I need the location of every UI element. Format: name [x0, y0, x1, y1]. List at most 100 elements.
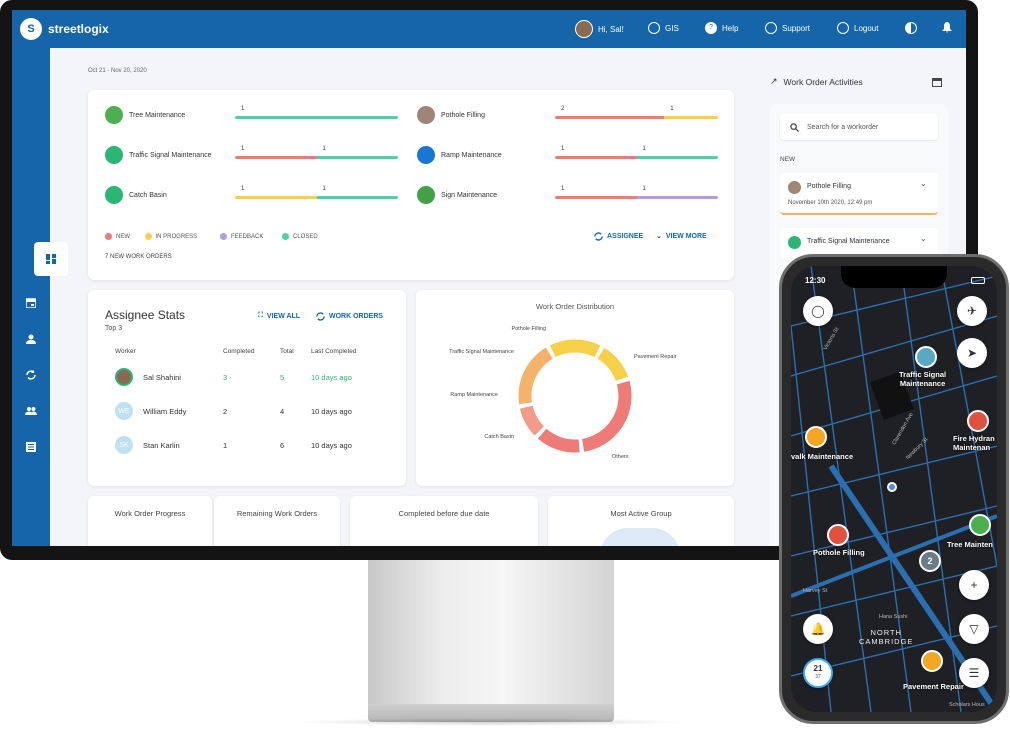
gis-button[interactable]: GIS: [648, 22, 679, 34]
sidewalk-pin[interactable]: [805, 426, 827, 448]
sidebar-item-calendar[interactable]: [12, 286, 50, 320]
search-icon: [790, 122, 799, 132]
status-count: 1: [241, 146, 245, 152]
activity-name: Traffic Signal Maintenance: [807, 238, 890, 245]
most-active-group-card: Most Active Group: [548, 496, 734, 546]
chevron-down-icon: ⌄: [920, 179, 927, 188]
theme-toggle[interactable]: [905, 22, 917, 34]
progress-widget[interactable]: 21 37: [803, 658, 833, 688]
card-title: Work Order Progress: [114, 509, 186, 518]
card-title: Completed before due date: [398, 509, 490, 518]
status-count: 1: [561, 186, 565, 192]
donut-slice[interactable]: [518, 347, 553, 405]
support-button[interactable]: Support: [765, 22, 810, 34]
profile-button[interactable]: ◯: [803, 296, 833, 326]
legend-label: IN PROGRESS: [155, 233, 198, 240]
traffic-signal-icon: [788, 236, 801, 249]
activity-item[interactable]: Pothole Filling November 10th 2020, 12:4…: [780, 173, 938, 215]
donut-slice[interactable]: [549, 339, 601, 358]
category-item: Ramp Maintenance: [417, 146, 502, 164]
street-label: Scholars Hous: [949, 702, 985, 708]
pothole-icon: [788, 181, 801, 194]
legend-item: NEW: [105, 233, 130, 240]
donut-slice[interactable]: [581, 380, 632, 452]
battery-icon: [971, 277, 985, 284]
mobile-phone: 12:30 ◯ ✈ ➤ Traffic Signal Maintenance F…: [779, 254, 1009, 724]
sync-icon: [316, 312, 325, 321]
add-button[interactable]: +: [959, 570, 989, 600]
summary-card: Tree Maintenance 1 Traffic Signal Maintena…: [88, 90, 734, 280]
calendar-icon[interactable]: [932, 78, 942, 87]
view-all-button[interactable]: ⛶ VIEW ALL: [258, 312, 300, 320]
app-logo[interactable]: S streetlogix: [20, 18, 109, 40]
pothole-pin[interactable]: [827, 524, 849, 546]
fire-hydrant-pin[interactable]: [967, 410, 989, 432]
sidebar-item-dashboard[interactable]: [34, 242, 68, 276]
list-button[interactable]: ☰: [959, 658, 989, 688]
notifications-button[interactable]: 🔔: [803, 614, 833, 644]
pin-label: Traffic Signal Maintenance: [899, 370, 947, 388]
donut-slice[interactable]: [597, 347, 629, 382]
area-line: CAMBRIDGE: [859, 637, 914, 646]
category-name: Traffic Signal Maintenance: [129, 151, 212, 159]
help-button[interactable]: ? Help: [705, 22, 738, 34]
gis-label: GIS: [665, 23, 679, 33]
assignee-button[interactable]: ASSIGNEE: [594, 232, 643, 241]
assignee-stats-subtitle: Top 3: [105, 325, 123, 332]
sidebar-item-reports[interactable]: [12, 430, 50, 464]
work-order-progress-card: Work Order Progress: [88, 496, 212, 546]
notifications-button[interactable]: [942, 22, 952, 33]
distribution-card: Work Order Distribution Pothole Filling P…: [416, 290, 734, 486]
status-bar: [555, 156, 718, 159]
bell-icon: 🔔: [810, 622, 826, 636]
legend-label: NEW: [116, 233, 130, 240]
table-cell: 4: [280, 407, 285, 416]
filter-icon: ▽: [969, 622, 979, 636]
trending-icon: ↗: [770, 76, 778, 86]
list-icon: [26, 442, 36, 452]
current-location-dot: [887, 482, 897, 492]
locate-button[interactable]: ➤: [957, 338, 987, 368]
sidebar-item-sync[interactable]: [12, 358, 50, 392]
cluster-pin[interactable]: 2: [919, 550, 941, 572]
work-orders-button[interactable]: WORK ORDERS: [316, 312, 383, 321]
category-item: Traffic Signal Maintenance: [105, 146, 212, 164]
workorder-search[interactable]: Search for a workorder: [780, 114, 938, 140]
logo-icon: S: [20, 18, 42, 40]
sidebar-item-user[interactable]: [12, 322, 50, 356]
pavement-pin[interactable]: [921, 650, 943, 672]
greeting-label: Hi, Sal!: [598, 24, 624, 34]
status-count: 1: [670, 106, 674, 112]
table-cell: William Eddy: [143, 407, 187, 416]
sync-icon: [26, 370, 36, 380]
sidebar: [12, 48, 68, 546]
pin-label: Pavement Repair: [903, 682, 964, 691]
category-icon: [417, 106, 435, 124]
mobile-map-screen: 12:30 ◯ ✈ ➤ Traffic Signal Maintenance F…: [791, 266, 997, 712]
legend-dot: [144, 233, 152, 240]
filter-button[interactable]: ▽: [959, 614, 989, 644]
status-count: 2: [561, 106, 565, 112]
column-header: Last Completed: [311, 348, 357, 355]
status-segment: [235, 196, 317, 199]
donut-label: Catch Basin: [484, 434, 514, 440]
activity-time: November 10th 2020, 12:49 pm: [788, 200, 873, 206]
person-icon: ◯: [811, 304, 825, 318]
donut-slice[interactable]: [537, 428, 580, 453]
app-name: streetlogix: [48, 22, 109, 36]
category-name: Tree Maintenance: [129, 111, 186, 119]
area-label: NORTH CAMBRIDGE: [859, 628, 913, 646]
tree-pin[interactable]: [969, 514, 991, 536]
layers-button[interactable]: ✈: [957, 296, 987, 326]
table-cell: 3: [223, 373, 228, 382]
work-orders-label: WORK ORDERS: [329, 313, 384, 320]
logout-button[interactable]: Logout: [837, 22, 878, 34]
traffic-signal-pin[interactable]: [915, 346, 937, 368]
user-menu[interactable]: Hi, Sal!: [575, 20, 624, 38]
view-more-button[interactable]: ⌄ VIEW MORE: [656, 232, 707, 241]
activities-header: ↗ Work Order Activities: [770, 76, 863, 87]
status-segment: [555, 156, 637, 159]
donut-slice[interactable]: [519, 405, 545, 436]
sidebar-item-groups[interactable]: [12, 394, 50, 428]
status-segment: [316, 156, 398, 159]
